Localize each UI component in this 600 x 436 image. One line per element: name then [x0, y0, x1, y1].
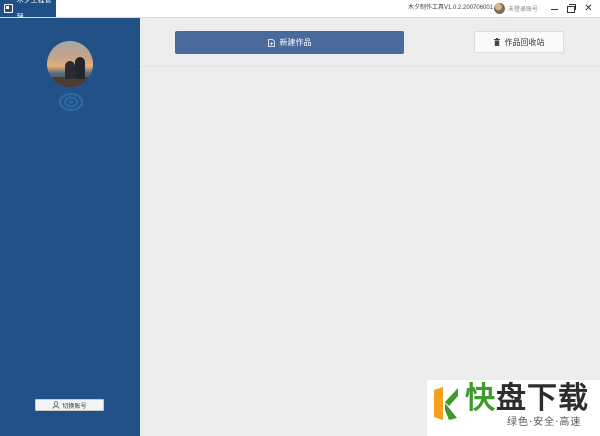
title-bar: 木夕工程管理 木夕制作工具V1.0.2.200706001 未登录账号 ✕ [0, 0, 600, 21]
watermark-logo [434, 387, 458, 420]
toolbar: 新建作品 作品回收站 [140, 18, 600, 67]
watermark-tagline: 绿色·安全·高速 [507, 417, 582, 428]
watermark-title: 快盘下载 [465, 382, 589, 416]
user-name: 未登录账号 [508, 7, 539, 13]
new-work-label: 新建作品 [279, 38, 312, 47]
profile-avatar[interactable] [47, 41, 93, 87]
app-logo-icon [4, 4, 13, 13]
user-outline-icon [52, 401, 61, 409]
minimize-button[interactable] [549, 3, 560, 14]
refresh-icon[interactable] [58, 92, 84, 112]
recycle-bin-label: 作品回收站 [504, 37, 545, 47]
app-tab[interactable]: 木夕工程管理 [0, 0, 56, 21]
new-work-button[interactable]: 新建作品 [175, 31, 404, 54]
restore-button[interactable] [566, 3, 577, 14]
close-icon: ✕ [584, 3, 593, 14]
trash-icon [493, 38, 500, 46]
sidebar: 切换账号 [0, 18, 140, 436]
file-plus-icon [267, 38, 275, 47]
close-button[interactable]: ✕ [583, 3, 594, 14]
switch-account-label: 切换账号 [62, 403, 87, 410]
recycle-bin-button[interactable]: 作品回收站 [474, 31, 564, 53]
user-avatar [494, 3, 505, 14]
watermark: 快盘下载 绿色·安全·高速 [427, 380, 600, 436]
switch-account-button[interactable]: 切换账号 [35, 399, 104, 411]
account-indicator[interactable]: 未登录账号 [494, 2, 538, 15]
watermark-brand-rest: 盘下载 [496, 381, 589, 416]
watermark-brand-first: 快 [465, 381, 496, 416]
main-content: 新建作品 作品回收站 [140, 18, 600, 436]
version-label: 木夕制作工具V1.0.2.200706001 [408, 5, 494, 11]
